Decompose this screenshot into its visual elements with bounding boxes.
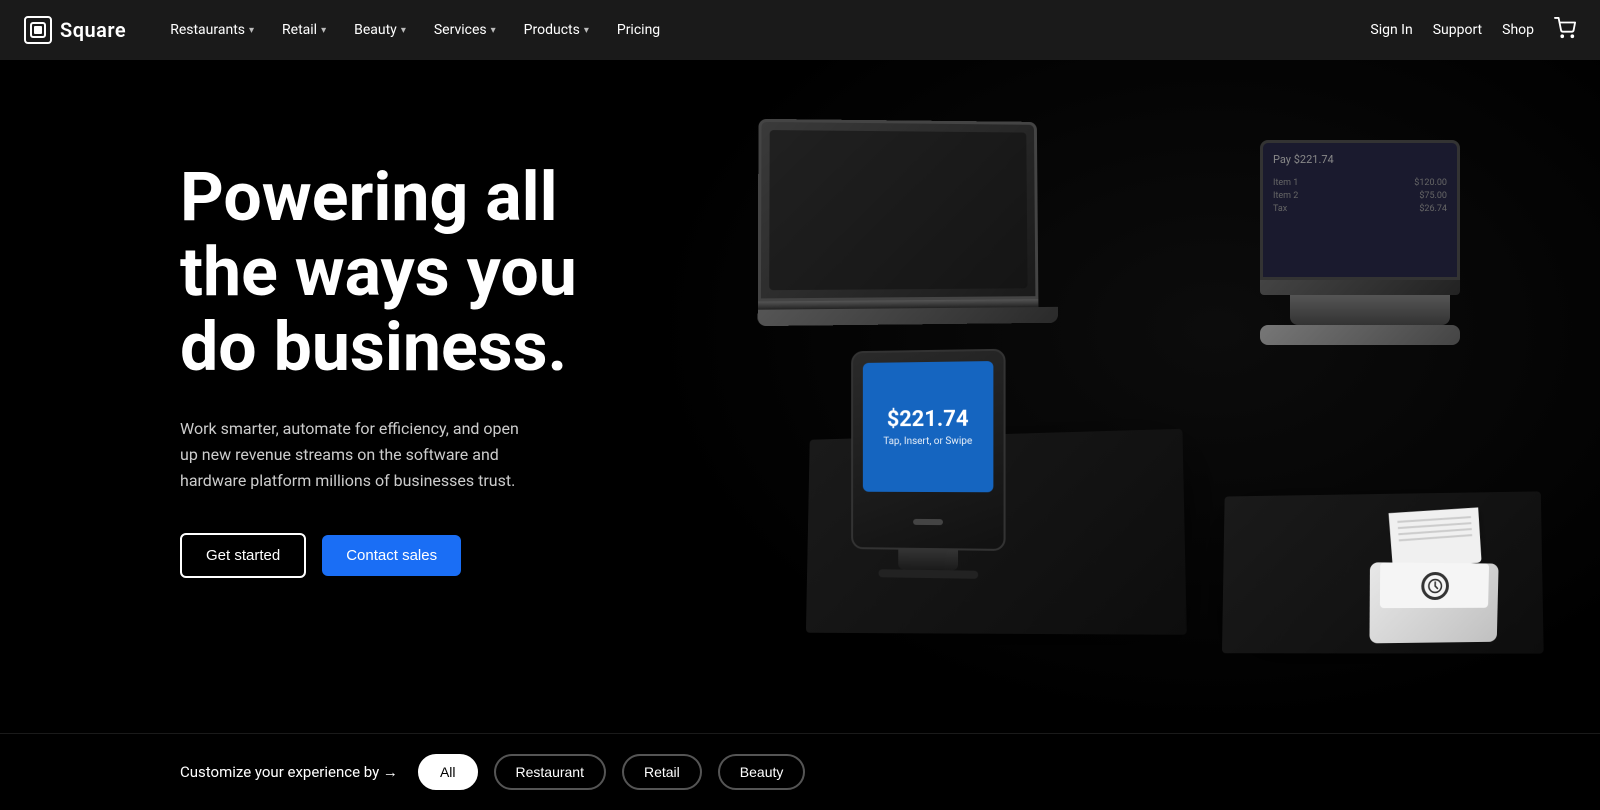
terminal-bottom <box>853 502 1003 543</box>
logo-link[interactable]: Square <box>24 16 126 44</box>
get-started-button[interactable]: Get started <box>180 533 306 578</box>
filter-beauty[interactable]: Beauty <box>718 754 806 790</box>
nav-beauty[interactable]: Beauty ▾ <box>342 14 418 46</box>
terminal-base <box>878 569 978 579</box>
filter-restaurant[interactable]: Restaurant <box>494 754 606 790</box>
nav-retail[interactable]: Retail ▾ <box>270 14 338 46</box>
chevron-down-icon: ▾ <box>491 25 496 36</box>
pos-large-foot <box>1260 325 1460 345</box>
device-terminal: $221.74 Tap, Insert, or Swipe <box>851 349 1005 580</box>
pos-screen-lines: Item 1$120.00 Item 2$75.00 Tax$26.74 <box>1273 178 1447 214</box>
terminal-amount: $221.74 <box>887 407 969 433</box>
hero-title: Powering all the ways you do business. <box>180 160 600 384</box>
hero-buttons: Get started Contact sales <box>180 533 600 578</box>
device-receipt <box>1369 550 1498 643</box>
bottom-bar: Customize your experience by → All Resta… <box>0 733 1600 810</box>
receipt-body <box>1369 562 1498 643</box>
nav-services[interactable]: Services ▾ <box>422 14 508 46</box>
navbar: Square Restaurants ▾ Retail ▾ Beauty ▾ S… <box>0 0 1600 60</box>
logo-text: Square <box>60 18 126 42</box>
pos-large-screen: Pay $221.74 Item 1$120.00 Item 2$75.00 T… <box>1260 140 1460 280</box>
nav-links: Restaurants ▾ Retail ▾ Beauty ▾ Services… <box>158 14 1370 46</box>
contact-sales-button[interactable]: Contact sales <box>322 535 461 576</box>
receipt-paper <box>1389 507 1482 569</box>
hero-visual: $221.74 Tap, Insert, or Swipe Pay $221.7… <box>700 60 1600 733</box>
terminal-body: $221.74 Tap, Insert, or Swipe <box>851 349 1005 551</box>
filter-retail[interactable]: Retail <box>622 754 702 790</box>
chevron-down-icon: ▾ <box>249 25 254 36</box>
chevron-down-icon: ▾ <box>321 25 326 36</box>
shop-link[interactable]: Shop <box>1502 22 1534 38</box>
pos-large-stand <box>1290 295 1450 325</box>
support-link[interactable]: Support <box>1433 22 1482 38</box>
filter-all[interactable]: All <box>418 754 478 790</box>
nav-right: Sign In Support Shop <box>1370 17 1576 43</box>
device-scene: $221.74 Tap, Insert, or Swipe Pay $221.7… <box>700 60 1600 733</box>
chevron-down-icon: ▾ <box>401 25 406 36</box>
pos-screen-label: Pay $221.74 <box>1273 153 1447 166</box>
device-pos-large: Pay $221.74 Item 1$120.00 Item 2$75.00 T… <box>1260 140 1480 345</box>
logo-icon <box>24 16 52 44</box>
sign-in-link[interactable]: Sign In <box>1370 22 1412 38</box>
cart-button[interactable] <box>1554 17 1576 43</box>
customize-label: Customize your experience by → <box>180 763 398 781</box>
hero-section: Powering all the ways you do business. W… <box>0 60 1600 733</box>
nav-products[interactable]: Products ▾ <box>512 14 601 46</box>
terminal-screen: $221.74 Tap, Insert, or Swipe <box>863 361 994 492</box>
cart-icon <box>1554 17 1576 39</box>
pos-large-base <box>1260 280 1460 295</box>
laptop-screen <box>758 119 1039 302</box>
receipt-screen <box>1380 562 1489 608</box>
receipt-clock-icon <box>1421 571 1449 599</box>
nav-restaurants[interactable]: Restaurants ▾ <box>158 14 266 46</box>
hero-content: Powering all the ways you do business. W… <box>0 60 600 638</box>
hero-subtitle: Work smarter, automate for efficiency, a… <box>180 416 520 493</box>
chevron-down-icon: ▾ <box>584 25 589 36</box>
terminal-home-button <box>913 519 943 525</box>
terminal-stand <box>898 550 958 571</box>
device-laptop <box>758 119 1058 326</box>
terminal-instruction: Tap, Insert, or Swipe <box>883 436 972 447</box>
nav-pricing[interactable]: Pricing <box>605 14 672 46</box>
